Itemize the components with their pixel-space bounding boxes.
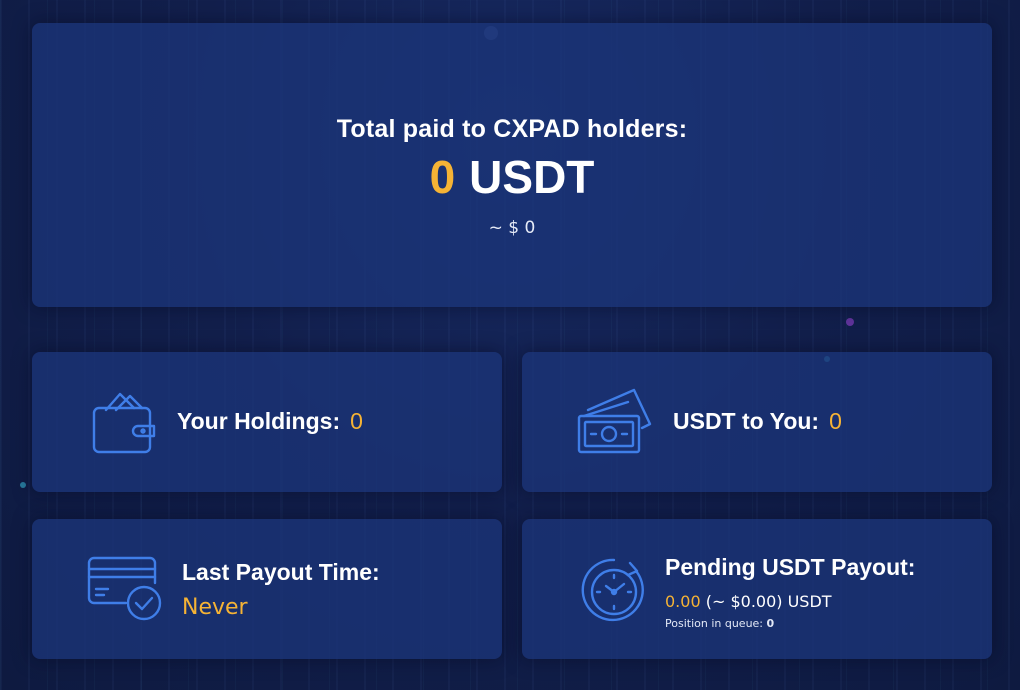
clock-refresh-icon bbox=[581, 558, 644, 622]
pending-payout-card: Pending USDT Payout: 0.00 (~ $0.00) USDT… bbox=[522, 519, 992, 659]
holdings-value: 0 bbox=[350, 408, 363, 434]
total-paid-card: Total paid to CXPAD holders: 0 USDT ~ $ 0 bbox=[32, 23, 992, 307]
usdt-to-you-card: USDT to You: 0 bbox=[522, 352, 992, 492]
last-payout-label: Last Payout Time: bbox=[182, 559, 380, 585]
last-payout-card: Last Payout Time: Never bbox=[32, 519, 502, 659]
holdings-label-row: Your Holdings: 0 bbox=[177, 408, 363, 435]
pending-payout-amount: 0.00 bbox=[665, 592, 701, 611]
pending-payout-amount-row: 0.00 (~ $0.00) USDT bbox=[665, 592, 832, 611]
usdt-to-you-label-row: USDT to You: 0 bbox=[673, 408, 842, 435]
card-check-icon bbox=[87, 556, 162, 621]
background-glow bbox=[846, 318, 854, 326]
last-payout-value: Never bbox=[182, 595, 248, 620]
pending-payout-unit: USDT bbox=[787, 592, 832, 611]
holdings-card: Your Holdings: 0 bbox=[32, 352, 502, 492]
queue-position-label: Position in queue: bbox=[665, 617, 764, 630]
holdings-label: Your Holdings: bbox=[177, 408, 341, 434]
pending-payout-usd-estimate: (~ $0.00) bbox=[705, 592, 783, 611]
banknotes-icon bbox=[577, 388, 652, 454]
total-paid-value: 0 bbox=[429, 151, 456, 203]
wallet-icon bbox=[92, 392, 156, 454]
total-paid-unit: USDT bbox=[469, 151, 595, 203]
total-paid-usd-estimate: ~ $ 0 bbox=[488, 218, 536, 238]
usdt-to-you-label: USDT to You: bbox=[673, 408, 820, 434]
total-paid-title: Total paid to CXPAD holders: bbox=[336, 115, 688, 143]
total-paid-amount: 0 USDT bbox=[32, 149, 992, 205]
usdt-to-you-value: 0 bbox=[829, 408, 842, 434]
background-glow bbox=[20, 482, 26, 488]
queue-position-value: 0 bbox=[766, 617, 775, 630]
pending-payout-label: Pending USDT Payout: bbox=[665, 554, 916, 580]
queue-position-row: Position in queue: 0 bbox=[665, 617, 774, 630]
